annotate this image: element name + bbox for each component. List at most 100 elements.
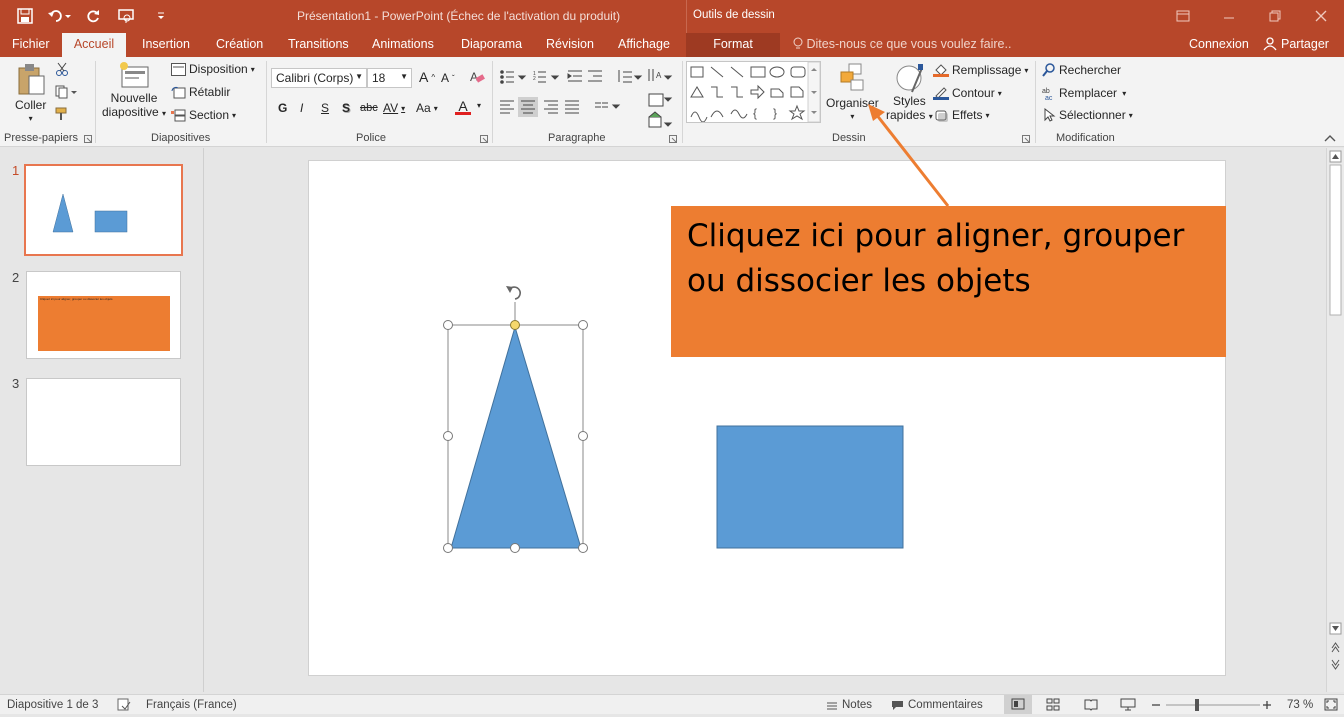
font-color-button[interactable]: A [455,98,471,115]
spelling-icon[interactable] [117,698,131,711]
change-case-button[interactable]: Aa ▾ [416,101,438,115]
tab-fichier[interactable]: Fichier [12,37,50,51]
undo-icon[interactable] [44,4,74,28]
svg-text:}: } [773,106,777,120]
comment-icon [892,700,903,710]
dialog-launcher-icon[interactable] [480,135,488,143]
paste-button[interactable]: Coller ▾ [15,62,46,123]
callout-line-1: Cliquez ici pour aligner, grouper [687,218,1185,254]
layout-button[interactable]: Disposition ▾ [171,62,255,76]
customize-qat-icon[interactable] [146,4,176,28]
shrink-font-button[interactable]: Aˇ [441,71,455,85]
tab-revision[interactable]: Révision [546,37,594,51]
section-label: Section [189,108,230,122]
window-title: Présentation1 - PowerPoint (Échec de l'a… [297,9,621,23]
arrange-icon [840,63,864,91]
notes-button[interactable]: Notes [826,699,872,711]
copy-icon[interactable] [55,85,77,99]
font-color-dropdown[interactable]: ▾ [477,101,481,110]
vertical-scrollbar[interactable] [1326,148,1344,692]
section-button[interactable]: Section ▾ [171,108,236,122]
shape-outline-button[interactable]: Contour ▾ [933,86,1002,100]
tab-format[interactable]: Format [686,33,780,57]
char-spacing-button[interactable]: AV ▾ [383,101,405,115]
shape-effects-button[interactable]: Effets ▾ [933,108,989,122]
shadow-button[interactable]: S [342,101,350,115]
grow-font-button[interactable]: A ^ [419,69,435,85]
normal-view-button[interactable] [1004,695,1032,714]
font-name-combo[interactable]: Calibri (Corps) ▼ [271,68,367,88]
paragraph-controls[interactable]: 12 A [498,67,678,135]
ribbon-display-icon[interactable] [1160,0,1206,32]
font-color-swatch [455,112,471,115]
slide-sorter-icon[interactable] [1046,698,1060,711]
slide-thumbnail-2[interactable]: Cliquez ici pour aligner, grouper ou dis… [26,271,181,359]
quick-styles-button[interactable]: Styles rapides ▾ [886,62,933,122]
find-label: Rechercher [1059,63,1122,77]
find-button[interactable]: Rechercher [1042,63,1121,77]
fit-to-window-icon[interactable] [1324,698,1338,711]
slide-thumbnail-3[interactable] [26,378,181,466]
slideshow-icon[interactable] [1120,698,1136,711]
reading-view-icon[interactable] [1084,698,1098,711]
italic-button[interactable]: I [300,101,303,115]
new-slide-button[interactable]: Nouvelle diapositive ▾ [102,61,166,119]
cut-icon[interactable] [55,62,69,76]
redo-icon[interactable] [78,4,108,28]
callout-box[interactable]: Cliquez ici pour aligner, grouper ou dis… [671,206,1226,357]
tell-me-box[interactable]: Dites-nous ce que vous voulez faire.. [793,37,1011,51]
dialog-launcher-icon[interactable] [669,135,677,143]
svg-text:A: A [470,70,478,84]
reset-button[interactable]: Rétablir [171,85,230,99]
new-slide-label-2: diapositive [102,105,159,119]
tab-diaporama[interactable]: Diaporama [461,37,522,51]
shape-fill-label: Remplissage [952,63,1022,77]
minimize-icon[interactable] [1206,0,1252,32]
svg-text:ab: ab [1042,88,1050,95]
clear-formatting-icon[interactable]: A [469,69,485,85]
arrange-button[interactable]: Organiser ▾ [826,62,879,121]
dialog-launcher-icon[interactable] [84,135,92,143]
pen-icon [933,87,949,100]
font-size-combo[interactable]: 18 ▼ [367,68,412,88]
replace-button[interactable]: ab ac Remplacer ▾ [1042,86,1126,100]
select-button[interactable]: Sélectionner ▾ [1042,108,1133,122]
paste-icon [18,64,45,95]
comments-button[interactable]: Commentaires [891,699,983,711]
bold-button[interactable]: G [278,101,287,115]
lightbulb-icon [793,37,803,49]
share-button[interactable]: Partager [1263,37,1329,51]
slide-thumbnail-1[interactable] [24,164,183,256]
quick-styles-label-2: rapides [886,108,926,122]
separator [1035,61,1036,143]
shape-fill-button[interactable]: Remplissage ▾ [933,63,1028,77]
select-label: Sélectionner [1059,108,1126,122]
restore-icon[interactable] [1252,0,1298,32]
svg-text:A: A [656,71,662,80]
reset-label: Rétablir [189,85,231,99]
zoom-level[interactable]: 73 % [1287,699,1313,711]
tab-affichage[interactable]: Affichage [618,37,670,51]
tab-creation[interactable]: Création [216,37,263,51]
slide-2-preview-text: Cliquez ici pour aligner, grouper ou dis… [40,297,113,301]
callout-line-2: ou dissocier les objets [687,263,1031,299]
language-indicator[interactable]: Français (France) [146,699,237,711]
share-label: Partager [1281,37,1329,51]
font-name-value: Calibri (Corps) [276,71,354,85]
layout-label: Disposition [189,62,248,76]
collapse-ribbon-icon[interactable] [1324,134,1336,142]
dialog-launcher-icon[interactable] [1022,135,1030,143]
shapes-gallery[interactable]: {} [686,61,821,123]
tab-animations[interactable]: Animations [372,37,434,51]
start-slideshow-icon[interactable] [112,4,142,28]
underline-button[interactable]: S [321,101,329,115]
close-icon[interactable] [1298,0,1344,32]
format-painter-icon[interactable] [55,107,69,121]
tab-accueil[interactable]: Accueil [62,33,126,57]
strikethrough-button[interactable]: abc [360,102,378,114]
signin-link[interactable]: Connexion [1189,37,1249,51]
tab-insertion[interactable]: Insertion [142,37,190,51]
zoom-slider[interactable] [1150,698,1275,711]
tab-transitions[interactable]: Transitions [288,37,349,51]
save-icon[interactable] [10,4,40,28]
